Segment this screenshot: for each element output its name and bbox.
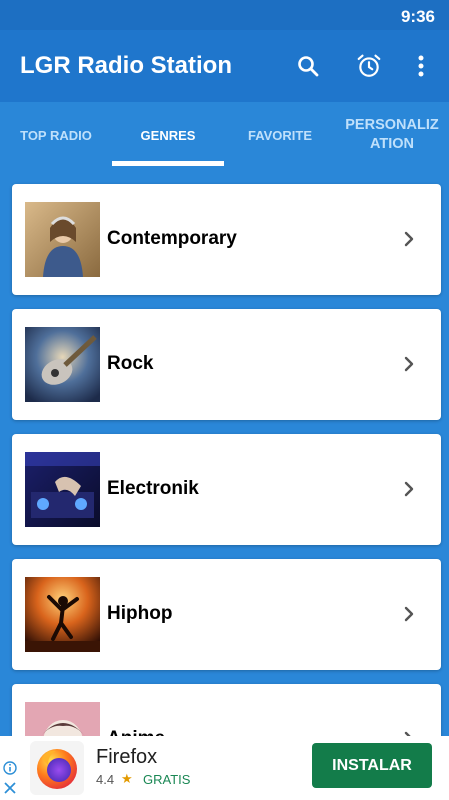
genre-thumbnail-hiphop — [25, 577, 100, 652]
alarm-clock-icon — [357, 54, 381, 77]
chevron-right-icon — [404, 606, 414, 622]
status-time: 9:36 — [400, 7, 435, 26]
close-icon[interactable] — [3, 781, 17, 795]
genre-thumbnail-electronik — [25, 452, 100, 527]
genre-card-contemporary[interactable]: Contemporary — [12, 184, 441, 295]
ad-app-name[interactable]: Firefox — [96, 746, 157, 769]
app-bar: LGR Radio Station — [0, 30, 449, 102]
genre-name: Electronik — [107, 478, 199, 499]
genre-name: Hiphop — [107, 603, 173, 624]
tab-favorite[interactable]: FAVORITE — [224, 102, 336, 168]
alarm-button[interactable] — [353, 50, 385, 82]
search-button[interactable] — [292, 50, 324, 82]
genre-card-anime[interactable]: Anime — [12, 684, 441, 736]
active-tab-indicator — [112, 161, 224, 166]
ad-price: GRATIS — [143, 772, 191, 787]
more-vert-icon — [418, 55, 424, 77]
tab-bar: TOP RADIO GENRES FAVORITE PERSONALIZATIO… — [0, 102, 449, 168]
genre-card-rock[interactable]: Rock — [12, 309, 441, 420]
status-bar: 9:36 — [0, 0, 449, 30]
install-button[interactable]: INSTALAR — [312, 743, 432, 788]
genre-name: Anime — [107, 728, 165, 736]
chevron-right-icon — [404, 481, 414, 497]
chevron-right-icon — [404, 231, 414, 247]
genre-card-electronik[interactable]: Electronik — [12, 434, 441, 545]
genre-list[interactable]: Contemporary Rock Electronik Hiphop — [0, 168, 449, 736]
genre-thumbnail-anime — [25, 702, 100, 736]
genre-name: Contemporary — [107, 228, 237, 249]
tab-top-radio[interactable]: TOP RADIO — [0, 102, 112, 168]
info-icon[interactable] — [3, 761, 17, 775]
genre-name: Rock — [107, 353, 154, 374]
firefox-logo-icon[interactable] — [30, 741, 84, 795]
ad-rating: 4.4 — [96, 772, 115, 787]
chevron-right-icon — [404, 356, 414, 372]
search-icon — [298, 56, 319, 77]
tab-personalization[interactable]: PERSONALIZATION — [336, 102, 448, 168]
genre-thumbnail-rock — [25, 327, 100, 402]
more-options-button[interactable] — [405, 50, 437, 82]
chevron-right-icon — [404, 731, 411, 736]
ad-banner[interactable]: Firefox 4.4 ★ GRATIS INSTALAR — [0, 736, 449, 800]
genre-thumbnail-contemporary — [25, 202, 100, 277]
genre-card-hiphop[interactable]: Hiphop — [12, 559, 441, 670]
app-title: LGR Radio Station — [20, 52, 232, 79]
tab-genres[interactable]: GENRES — [112, 102, 224, 168]
star-icon: ★ — [121, 771, 133, 786]
